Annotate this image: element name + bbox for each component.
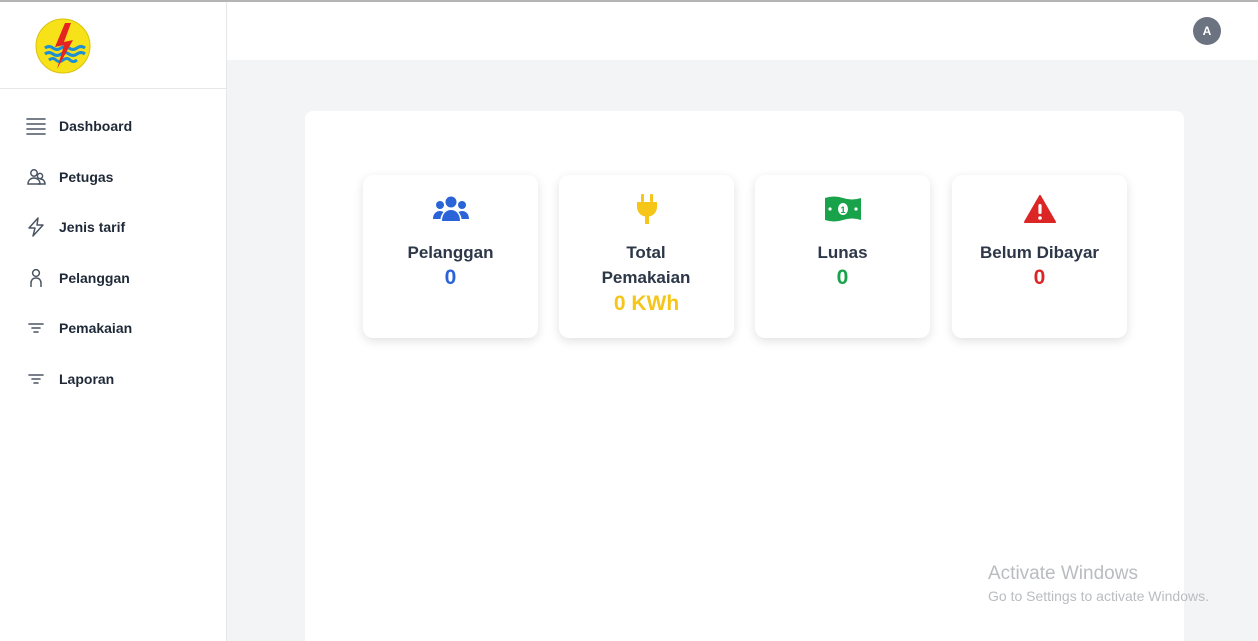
- stat-card-value: 0: [1033, 266, 1046, 289]
- plug-icon: [629, 194, 665, 224]
- filter-lines-icon: [26, 369, 46, 389]
- sidebar-item-label: Petugas: [59, 168, 114, 185]
- window-top-border: [0, 0, 1258, 2]
- user-avatar[interactable]: A: [1193, 17, 1221, 45]
- users-outline-icon: [26, 167, 46, 187]
- sidebar-item-label: Laporan: [59, 370, 115, 387]
- filter-lines-icon: [26, 318, 46, 338]
- watermark-title: Activate Windows: [988, 563, 1138, 584]
- lightning-bolt-icon: [26, 217, 46, 237]
- sidebar-item-pelanggan[interactable]: Pelanggan: [0, 253, 226, 304]
- stat-card-value: 0 KWh: [613, 292, 680, 315]
- sidebar-item-label: Jenis tarif: [59, 219, 126, 236]
- sidebar-item-label: Dashboard: [59, 118, 133, 135]
- sidebar-item-dashboard[interactable]: Dashboard: [0, 101, 226, 152]
- stat-card-title: Belum Dibayar: [979, 243, 1100, 262]
- sidebar-nav: Dashboard Petugas Jenis tarif Pelanggan …: [0, 89, 226, 404]
- money-bill-icon: 1: [824, 194, 861, 224]
- watermark-subtitle: Go to Settings to activate Windows.: [988, 588, 1209, 604]
- stat-card-total-pemakaian: Total Pemakaian 0 KWh: [559, 175, 734, 338]
- stat-card-value: 0: [444, 266, 457, 289]
- sidebar: Dashboard Petugas Jenis tarif Pelanggan …: [0, 2, 227, 641]
- stat-card-title: Total Pemakaian: [601, 243, 691, 287]
- svg-text:1: 1: [840, 205, 845, 215]
- sidebar-item-label: Pelanggan: [59, 269, 130, 286]
- sidebar-item-laporan[interactable]: Laporan: [0, 354, 226, 405]
- user-outline-icon: [26, 268, 46, 288]
- pln-lightning-logo-icon: [35, 18, 91, 74]
- sidebar-item-pemakaian[interactable]: Pemakaian: [0, 303, 226, 354]
- warning-triangle-icon: [1022, 194, 1058, 224]
- stat-card-pelanggan: Pelanggan 0: [363, 175, 538, 338]
- sidebar-item-jenis-tarif[interactable]: Jenis tarif: [0, 202, 226, 253]
- stat-card-title: Pelanggan: [407, 243, 494, 262]
- dashboard-panel: Pelanggan 0 Total Pemakaian 0 KWh 1 Luna…: [305, 111, 1184, 641]
- menu-lines-icon: [26, 116, 46, 136]
- stat-card-belum-dibayar: Belum Dibayar 0: [952, 175, 1127, 338]
- sidebar-item-petugas[interactable]: Petugas: [0, 152, 226, 203]
- logo-area: [0, 2, 226, 89]
- top-header: A: [227, 2, 1258, 60]
- activate-windows-watermark: Activate Windows Go to Settings to activ…: [988, 563, 1209, 604]
- stat-card-title: Lunas: [817, 243, 868, 262]
- users-group-icon: [432, 194, 469, 224]
- stat-card-lunas: 1 Lunas 0: [755, 175, 930, 338]
- stat-card-value: 0: [836, 266, 849, 289]
- sidebar-item-label: Pemakaian: [59, 320, 133, 337]
